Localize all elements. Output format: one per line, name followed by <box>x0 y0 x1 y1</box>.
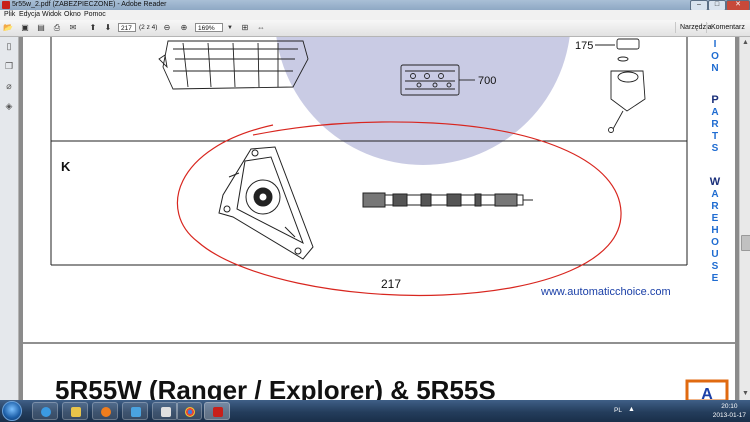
comment-button[interactable]: Komentarz <box>706 22 749 33</box>
pdf-page-canvas: 700 175 K 217 www.automaticchoice.com I … <box>23 37 735 400</box>
svg-text:R: R <box>711 201 719 212</box>
page-thumbnails-icon[interactable]: ▯ <box>4 41 14 51</box>
svg-text:P: P <box>711 94 718 106</box>
fit-page-icon[interactable]: ⊞ <box>240 23 250 33</box>
menu-okno[interactable]: Okno <box>64 10 81 20</box>
output-shaft-illustration <box>362 192 533 208</box>
taskbar-internet-explorer[interactable] <box>32 402 58 420</box>
taskbar-explorer[interactable] <box>62 402 88 420</box>
previous-page-icon[interactable]: ⬆ <box>88 23 98 33</box>
svg-text:O: O <box>711 51 719 62</box>
website-link[interactable]: www.automaticchoice.com <box>540 286 671 298</box>
adapter-plate-illustration <box>218 146 314 260</box>
save-icon[interactable]: ▤ <box>36 23 46 33</box>
toolbar: 📂 ▣ ▤ ⎙ ✉ ⬆ ⬇ 217 (2 z 4) ⊖ ⊕ 169% ▼ ⊞ ⇔… <box>0 20 750 37</box>
tray-expand-icon[interactable]: ▲ <box>628 406 635 414</box>
language-indicator[interactable]: PL <box>614 407 622 415</box>
menu-pomoc[interactable]: Pomoc <box>84 10 106 20</box>
part-175-illustration <box>595 38 646 133</box>
menu-plik[interactable]: Plik <box>4 10 15 20</box>
part-number-label: 217 <box>381 277 401 291</box>
svg-text:A: A <box>711 107 718 118</box>
scroll-up-arrow-icon[interactable]: ▲ <box>741 38 750 47</box>
svg-text:W: W <box>710 176 721 188</box>
vertical-scrollbar[interactable]: ▲ ▼ <box>739 37 750 400</box>
zoom-select[interactable]: 169% <box>195 23 223 32</box>
pdf-page: 700 175 K 217 www.automaticchoice.com I … <box>23 37 735 400</box>
svg-text:R: R <box>711 119 719 130</box>
scroll-thumb[interactable] <box>741 235 750 251</box>
taskbar-photos[interactable] <box>152 402 178 420</box>
svg-text:E: E <box>712 273 719 284</box>
attachments-icon[interactable]: ⌀ <box>4 81 14 91</box>
taskbar-chrome[interactable] <box>176 402 202 420</box>
layers-icon[interactable]: ◈ <box>4 101 14 111</box>
media-player-icon <box>101 407 111 417</box>
adobe-reader-taskbar-icon <box>213 407 223 417</box>
svg-text:T: T <box>712 131 718 142</box>
taskbar-media-player-2[interactable] <box>122 402 148 420</box>
logo-letter: A <box>701 386 713 400</box>
open-folder-icon[interactable]: 📂 <box>3 23 13 33</box>
svg-text:O: O <box>711 237 719 248</box>
callout-175: 175 <box>575 40 593 52</box>
svg-text:N: N <box>711 63 718 74</box>
menu-edycja[interactable]: Edycja <box>19 10 40 20</box>
copy-pages-icon[interactable]: ❐ <box>4 61 14 71</box>
menu-widok[interactable]: Widok <box>42 10 61 20</box>
section-letter: K <box>61 159 71 174</box>
system-clock[interactable]: 20:10 2013-01-17 <box>713 402 746 420</box>
start-button[interactable] <box>2 401 22 421</box>
navigation-pane: ▯ ❐ ⌀ ◈ <box>0 37 19 400</box>
print-icon[interactable]: ⎙ <box>52 23 62 33</box>
clock-time: 20:10 <box>721 403 738 410</box>
watermark-circle <box>276 37 570 165</box>
taskbar-adobe-reader[interactable] <box>204 402 230 420</box>
svg-text:S: S <box>712 261 719 272</box>
email-icon[interactable]: ✉ <box>68 23 78 33</box>
zoom-dropdown-chevron-icon[interactable]: ▼ <box>225 23 235 33</box>
adobe-reader-icon <box>2 1 10 9</box>
svg-text:A: A <box>711 189 718 200</box>
chrome-icon <box>185 407 195 417</box>
svg-text:U: U <box>711 249 718 260</box>
page-heading: 5R55W (Ranger / Explorer) & 5R55S <box>55 375 496 400</box>
page-count-label: (2 z 4) <box>139 24 158 31</box>
clock-date: 2013-01-17 <box>712 412 746 419</box>
create-pdf-icon[interactable]: ▣ <box>20 23 30 33</box>
document-viewer[interactable]: 700 175 K 217 www.automaticchoice.com I … <box>19 37 739 400</box>
next-page-icon[interactable]: ⬇ <box>103 23 113 33</box>
vertical-letter-i: I <box>714 39 717 50</box>
scroll-down-arrow-icon[interactable]: ▼ <box>741 389 750 398</box>
windows-taskbar: PL ▲ 20:10 2013-01-17 <box>0 400 750 422</box>
zoom-in-icon[interactable]: ⊕ <box>179 23 189 33</box>
vertical-brand-text: I O N P A R T S W A R E H O U S E <box>710 39 721 284</box>
fit-width-icon[interactable]: ⇔ <box>256 23 266 33</box>
callout-700: 700 <box>478 75 496 87</box>
window-title: 5r55w_2.pdf (ZABEZPIECZONE) - Adobe Read… <box>12 1 167 8</box>
svg-text:S: S <box>712 143 719 154</box>
svg-text:H: H <box>711 225 718 236</box>
window-title-bar: 5r55w_2.pdf (ZABEZPIECZONE) - Adobe Read… <box>0 0 750 11</box>
media-player-classic-icon <box>131 407 141 417</box>
folder-icon <box>71 407 81 417</box>
zoom-out-icon[interactable]: ⊖ <box>162 23 172 33</box>
internet-explorer-icon <box>41 407 51 417</box>
svg-text:E: E <box>712 213 719 224</box>
taskbar-media-player[interactable] <box>92 402 118 420</box>
page-number-input[interactable]: 217 <box>118 23 136 32</box>
photo-viewer-icon <box>161 407 171 417</box>
